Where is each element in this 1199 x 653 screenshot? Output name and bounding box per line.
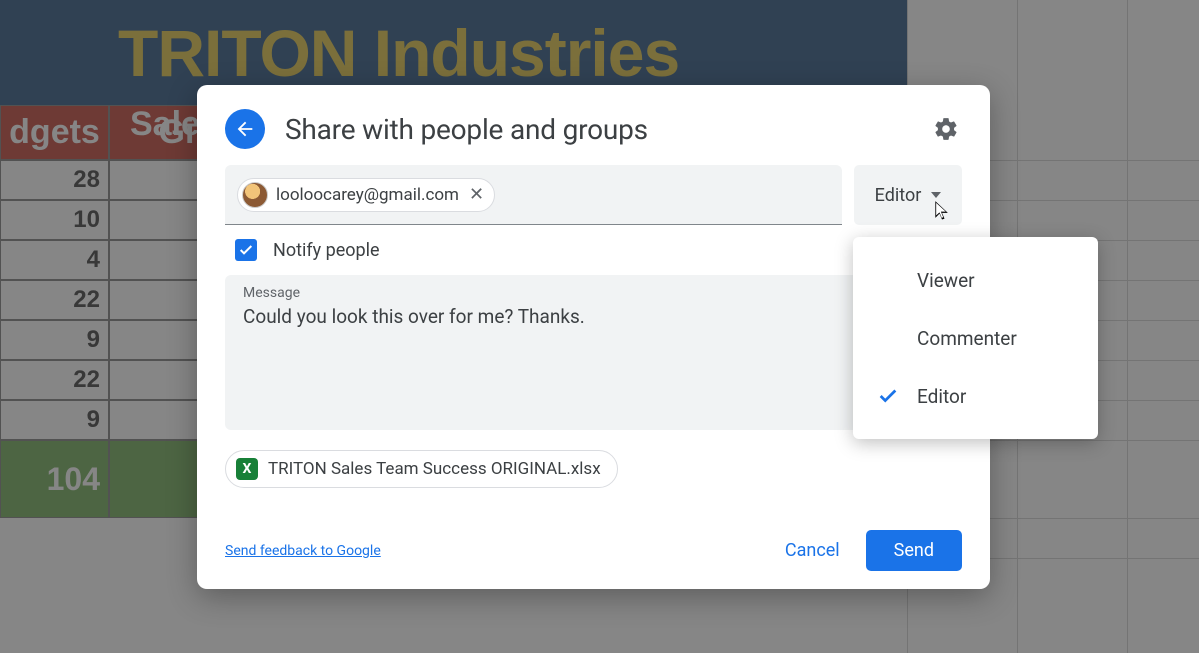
dialog-title: Share with people and groups <box>285 113 648 146</box>
role-option-editor[interactable]: Editor <box>853 367 1098 425</box>
recipient-input[interactable]: looloocarey@gmail.com ✕ <box>225 165 842 225</box>
role-button-label: Editor <box>875 185 922 206</box>
check-icon <box>238 242 254 258</box>
recipient-chip[interactable]: looloocarey@gmail.com ✕ <box>237 178 495 212</box>
message-text: Could you look this over for me? Thanks. <box>243 305 944 328</box>
send-button[interactable]: Send <box>866 530 962 571</box>
dialog-header: Share with people and groups <box>225 109 962 149</box>
feedback-link[interactable]: Send feedback to Google <box>225 543 381 559</box>
role-option-label: Commenter <box>917 327 1017 350</box>
settings-button[interactable] <box>930 113 962 145</box>
notify-checkbox[interactable] <box>235 239 257 261</box>
role-option-viewer[interactable]: Viewer <box>853 251 1098 309</box>
recipient-row: looloocarey@gmail.com ✕ Editor <box>225 165 962 225</box>
notify-row: Notify people <box>225 239 962 261</box>
remove-chip-button[interactable]: ✕ <box>467 184 486 205</box>
arrow-left-icon <box>234 118 256 140</box>
attachment-name: TRITON Sales Team Success ORIGINAL.xlsx <box>268 459 601 479</box>
check-placeholder <box>877 327 899 349</box>
cancel-button[interactable]: Cancel <box>767 530 858 571</box>
dialog-footer: Send feedback to Google Cancel Send <box>225 518 962 571</box>
attachment-chip[interactable]: X TRITON Sales Team Success ORIGINAL.xls… <box>225 450 618 488</box>
check-icon <box>877 385 899 407</box>
message-label: Message <box>243 285 944 301</box>
role-dropdown-button[interactable]: Editor <box>854 165 962 225</box>
role-dropdown-menu: Viewer Commenter Editor <box>853 237 1098 439</box>
notify-label: Notify people <box>273 240 380 261</box>
gear-icon <box>933 116 959 142</box>
role-option-commenter[interactable]: Commenter <box>853 309 1098 367</box>
back-button[interactable] <box>225 109 265 149</box>
role-option-label: Viewer <box>917 269 975 292</box>
avatar <box>242 182 268 208</box>
recipient-email: looloocarey@gmail.com <box>276 185 459 205</box>
message-textarea[interactable]: Message Could you look this over for me?… <box>225 275 962 430</box>
excel-icon: X <box>236 458 258 480</box>
chevron-down-icon <box>931 192 941 198</box>
role-option-label: Editor <box>917 385 966 408</box>
check-placeholder <box>877 269 899 291</box>
